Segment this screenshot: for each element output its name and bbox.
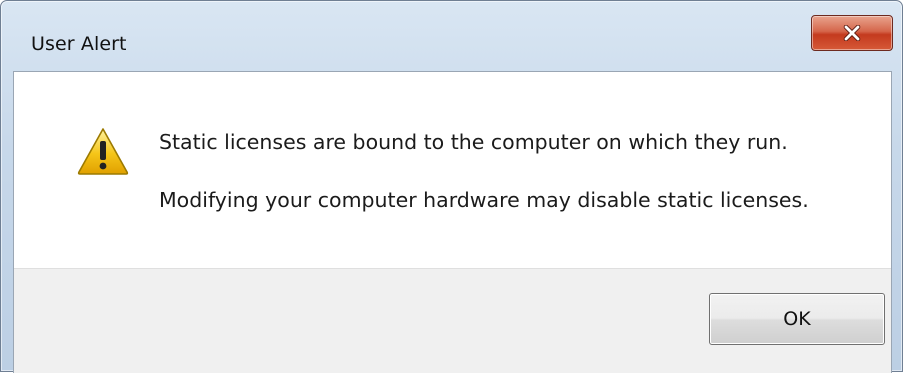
close-button[interactable] bbox=[811, 15, 893, 51]
button-bar: OK bbox=[14, 268, 891, 373]
message-line-1: Static licenses are bound to the compute… bbox=[159, 130, 788, 154]
dialog-window: User Alert Static licenses are bound to … bbox=[0, 0, 903, 373]
message-line-2: Modifying your computer hardware may dis… bbox=[159, 188, 809, 212]
window-title: User Alert bbox=[31, 33, 127, 55]
dialog-body: Static licenses are bound to the compute… bbox=[13, 71, 892, 373]
close-icon bbox=[842, 25, 862, 41]
warning-icon bbox=[76, 126, 130, 176]
ok-button[interactable]: OK bbox=[709, 293, 885, 345]
message-area: Static licenses are bound to the compute… bbox=[14, 72, 891, 268]
title-bar[interactable]: User Alert bbox=[1, 1, 902, 63]
